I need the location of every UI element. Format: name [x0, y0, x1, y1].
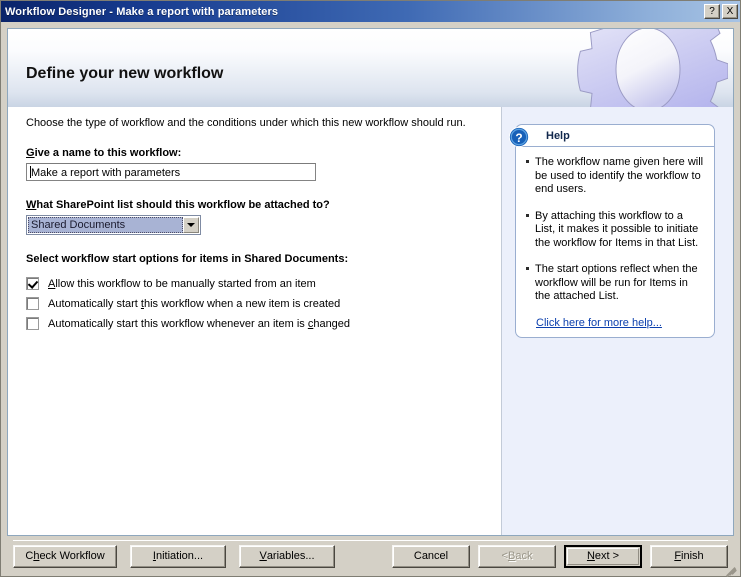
help-item-text: The workflow name given here will be use… — [535, 156, 704, 195]
label-pre: Automatically start — [48, 297, 141, 310]
bullet-icon — [526, 156, 535, 197]
bullet-icon — [526, 263, 535, 304]
window-title: Workflow Designer - Make a report with p… — [5, 5, 279, 18]
checkbox-row-manual-start[interactable]: Allow this workflow to be manually start… — [26, 277, 501, 290]
more-help-link[interactable]: Click here for more help... — [536, 317, 704, 329]
btn-accesskey: F — [674, 550, 682, 562]
btn-pre: Cancel — [413, 550, 449, 562]
workflow-name-label: Give a name to this workflow: — [26, 147, 501, 159]
help-item-text: The start options reflect when the workf… — [535, 263, 698, 302]
initiation-button[interactable]: Initiation... — [130, 544, 226, 568]
wizard-page: Define your new workflow Choose the type… — [7, 28, 734, 536]
sharepoint-list-dropdown[interactable]: Shared Documents — [26, 215, 201, 235]
label-post: llow this workflow to be manually starte… — [55, 277, 316, 290]
btn-post: eck Workflow — [39, 550, 105, 562]
help-panel-body: The workflow name given here will be use… — [516, 147, 714, 329]
workflow-designer-window: Workflow Designer - Make a report with p… — [0, 0, 741, 577]
btn-post: nitiation... — [155, 550, 204, 562]
btn-accesskey: B — [507, 550, 516, 562]
workflow-name-label-text: ive a name to this workflow: — [34, 147, 182, 159]
btn-pre: C — [25, 550, 34, 562]
resize-grip[interactable] — [724, 560, 738, 577]
cancel-button[interactable]: Cancel — [392, 544, 470, 568]
start-options-heading: Select workflow start options for items … — [26, 253, 349, 265]
workflow-name-label-accesskey: G — [26, 147, 35, 159]
btn-post: inish — [681, 550, 704, 562]
checkbox-label-item-changed: Automatically start this workflow whenev… — [48, 318, 350, 330]
back-button[interactable]: < Back — [478, 544, 556, 568]
next-button[interactable]: Next > — [564, 544, 642, 568]
help-item: The workflow name given here will be use… — [526, 156, 704, 197]
finish-button[interactable]: Finish — [650, 544, 728, 568]
help-pane: ? Help The workflow name given here will… — [501, 107, 733, 535]
btn-post: ack — [515, 550, 533, 562]
check-workflow-button[interactable]: Ch eck Workflow — [13, 544, 117, 568]
titlebar-close-button[interactable]: X — [722, 4, 738, 19]
svg-text:?: ? — [515, 131, 522, 145]
sharepoint-list-label-text: hat SharePoint list should this workflow… — [36, 199, 330, 211]
checkbox-row-new-item[interactable]: Automatically start this workflow when a… — [26, 297, 501, 310]
sharepoint-list-selected-value: Shared Documents — [28, 217, 183, 233]
checkbox-label-new-item: Automatically start this workflow when a… — [48, 298, 340, 310]
form-pane: Choose the type of workflow and the cond… — [8, 107, 501, 535]
label-pre: Automatically start this workflow whenev… — [48, 317, 308, 330]
btn-post: ext > — [594, 550, 620, 562]
title-bar[interactable]: Workflow Designer - Make a report with p… — [1, 1, 740, 22]
checkbox-new-item[interactable] — [26, 297, 39, 310]
workflow-name-value: Make a report with parameters — [31, 167, 181, 179]
help-item: By attaching this workflow to a List, it… — [526, 210, 704, 251]
gear-icon — [577, 29, 728, 107]
btn-accesskey: V — [259, 550, 267, 562]
chevron-down-icon[interactable] — [183, 217, 199, 233]
btn-post: ariables... — [266, 550, 315, 562]
variables-button[interactable]: Variables... — [239, 544, 335, 568]
workflow-name-input[interactable]: Make a report with parameters — [26, 163, 316, 181]
help-question-icon: ? — [508, 126, 530, 148]
intro-text: Choose the type of workflow and the cond… — [26, 117, 466, 129]
page-title: Define your new workflow — [26, 65, 224, 82]
help-item-text: By attaching this workflow to a List, it… — [535, 209, 699, 249]
client-area: Define your new workflow Choose the type… — [1, 22, 740, 577]
button-bar: Ch eck Workflow Initiation... Variables..… — [7, 536, 734, 576]
checkbox-item-changed[interactable] — [26, 317, 39, 330]
label-post: hanged — [313, 317, 351, 330]
help-panel-title: Help — [516, 125, 714, 147]
checkbox-row-item-changed[interactable]: Automatically start this workflow whenev… — [26, 317, 501, 330]
titlebar-help-button[interactable]: ? — [704, 4, 720, 19]
label-post: his workflow when a new item is created — [143, 297, 341, 310]
sharepoint-list-label: What SharePoint list should this workflo… — [26, 199, 501, 211]
checkbox-manual-start[interactable] — [26, 277, 39, 290]
page-body: Choose the type of workflow and the cond… — [8, 107, 733, 535]
help-item: The start options reflect when the workf… — [526, 263, 704, 304]
btn-accesskey: N — [586, 550, 595, 562]
help-panel: ? Help The workflow name given here will… — [508, 124, 715, 338]
page-banner: Define your new workflow — [8, 29, 733, 107]
bullet-icon — [526, 210, 535, 251]
sharepoint-list-label-accesskey: W — [26, 199, 37, 211]
checkbox-label-manual-start: Allow this workflow to be manually start… — [48, 278, 316, 290]
